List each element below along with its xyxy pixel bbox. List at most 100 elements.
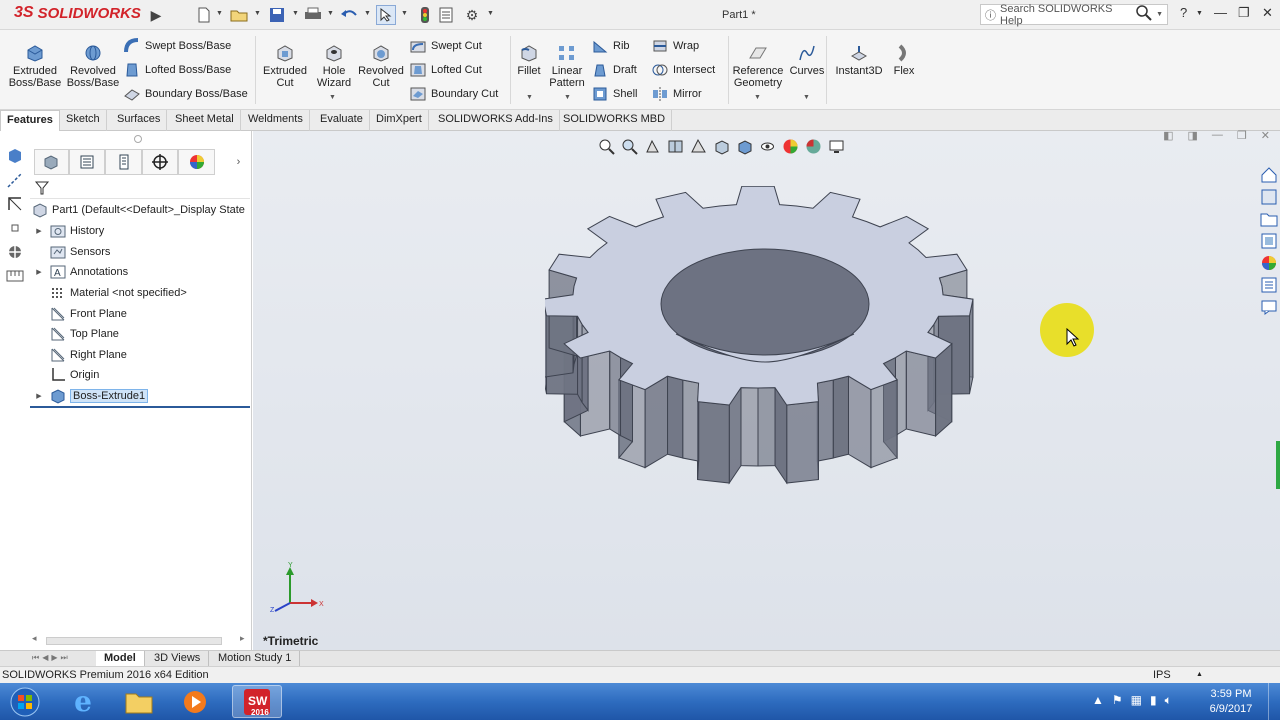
scroll-left-icon[interactable]: ◂	[32, 633, 37, 644]
search-help-field[interactable]: ⓘ Search SOLIDWORKS Help ▼	[980, 3, 1168, 27]
minimize-button[interactable]: —	[1214, 5, 1227, 20]
extruded-boss-button[interactable]: Extruded Boss/Base	[8, 44, 62, 89]
network-icon[interactable]: ▦	[1131, 693, 1142, 708]
tab-propertymanager[interactable]	[68, 149, 106, 175]
tree-item-boss-extrude1[interactable]: ▶ Boss-Extrude1	[34, 387, 149, 405]
units-selector[interactable]: IPS	[1153, 669, 1171, 681]
curves-button[interactable]: Curves	[788, 44, 826, 77]
draft-button[interactable]: Draft	[592, 61, 637, 79]
lofted-cut-button[interactable]: Lofted Cut	[410, 61, 482, 79]
expand-arrow-icon[interactable]: ▶	[34, 268, 44, 276]
panel-pin-icon[interactable]	[134, 135, 142, 143]
undo-icon[interactable]	[339, 5, 359, 25]
shell-button[interactable]: Shell	[592, 85, 637, 103]
rollback-bar[interactable]	[30, 406, 250, 408]
search-icon[interactable]	[1136, 5, 1152, 24]
edit-appearance-icon[interactable]	[782, 138, 799, 155]
tab-sheet-metal[interactable]: Sheet Metal	[169, 110, 241, 131]
new-document-icon[interactable]	[194, 5, 214, 25]
tree-root-part[interactable]: Part1 (Default<<Default>_Display State	[32, 201, 245, 219]
save-dropdown-icon[interactable]: ▼	[292, 10, 299, 17]
zoom-to-area-icon[interactable]	[621, 138, 638, 155]
zoom-to-fit-icon[interactable]	[598, 138, 615, 155]
measure-icon[interactable]	[6, 267, 24, 285]
tab-solidworks-addins[interactable]: SOLIDWORKS Add-Ins	[432, 110, 560, 131]
display-style-icon[interactable]	[736, 138, 753, 155]
custom-properties-icon[interactable]	[1260, 276, 1278, 294]
solidworks-taskbar-button[interactable]: SW 2016	[232, 685, 282, 718]
expand-arrow-icon[interactable]: ▶	[34, 227, 44, 235]
small-dot-icon[interactable]	[6, 219, 24, 237]
flex-button[interactable]: Flex	[890, 44, 918, 77]
section-view-icon[interactable]	[667, 138, 684, 155]
part-view-icon[interactable]	[6, 147, 24, 165]
volume-icon[interactable]: 🔈︎	[1165, 693, 1172, 708]
move-rotate-icon[interactable]	[6, 243, 24, 261]
extruded-cut-button[interactable]: Extruded Cut	[260, 44, 310, 89]
search-dropdown-icon[interactable]: ▼	[1156, 11, 1163, 18]
internet-explorer-taskbar-button[interactable]: e	[58, 685, 108, 718]
viewport-tile-right-icon[interactable]: ◨	[1188, 129, 1198, 142]
tab-weldments[interactable]: Weldments	[242, 110, 310, 131]
reference-geometry-button[interactable]: Reference Geometry	[731, 44, 785, 89]
rebuild-traffic-light-icon[interactable]	[415, 5, 435, 25]
swept-boss-button[interactable]: Swept Boss/Base	[124, 37, 231, 55]
rib-button[interactable]: Rib	[592, 37, 630, 55]
wrap-button[interactable]: Wrap	[652, 37, 699, 55]
select-dropdown-icon[interactable]: ▼	[401, 10, 408, 17]
file-explorer-icon[interactable]	[1260, 210, 1278, 228]
fillet-button[interactable]: Fillet	[513, 44, 545, 77]
units-dropdown-icon[interactable]: ▲	[1196, 671, 1203, 678]
hole-wizard-dropdown-icon[interactable]: ▼	[329, 94, 336, 101]
reference-dropdown-icon[interactable]: ▼	[754, 94, 761, 101]
show-desktop-button[interactable]	[1268, 683, 1280, 720]
tab-dimxpertmanager[interactable]	[141, 149, 179, 175]
tab-surfaces[interactable]: Surfaces	[111, 110, 168, 131]
close-button[interactable]: ✕	[1262, 5, 1273, 21]
graphics-area[interactable]: ◧ ◨ — ❐ ✕ Y X Z *Trimetric	[253, 129, 1280, 650]
expand-arrow-icon[interactable]: ▶	[34, 392, 44, 400]
tab-evaluate[interactable]: Evaluate	[314, 110, 370, 131]
open-dropdown-icon[interactable]: ▼	[254, 10, 261, 17]
open-folder-icon[interactable]	[229, 5, 249, 25]
menu-expand-icon[interactable]: ▶	[146, 5, 166, 25]
tree-item-right-plane[interactable]: Right Plane	[34, 346, 127, 364]
windows-start-button[interactable]	[0, 685, 50, 718]
new-dropdown-icon[interactable]: ▼	[216, 10, 223, 17]
tab-solidworks-mbd[interactable]: SOLIDWORKS MBD	[557, 110, 673, 131]
viewport-restore-icon[interactable]: ❐	[1237, 129, 1247, 142]
prev-tab-icon[interactable]: ◀	[42, 653, 48, 663]
tab-dimxpert[interactable]: DimXpert	[370, 110, 429, 131]
smart-dimension-icon[interactable]	[6, 195, 24, 213]
view-palette-icon[interactable]	[1260, 232, 1278, 250]
lofted-boss-button[interactable]: Lofted Boss/Base	[124, 61, 231, 79]
hole-wizard-button[interactable]: Hole Wizard	[312, 44, 356, 89]
undo-dropdown-icon[interactable]: ▼	[364, 10, 371, 17]
taskbar-clock[interactable]: 3:59 PM 6/9/2017	[1206, 687, 1256, 717]
boundary-boss-button[interactable]: Boundary Boss/Base	[124, 85, 248, 103]
last-tab-icon[interactable]: ⏭	[61, 653, 68, 663]
design-library-icon[interactable]	[1260, 188, 1278, 206]
swept-cut-button[interactable]: Swept Cut	[410, 37, 482, 55]
viewport-minimize-icon[interactable]: —	[1212, 129, 1223, 142]
instant3d-button[interactable]: Instant3D	[832, 44, 886, 77]
tree-item-history[interactable]: ▶ History	[34, 222, 104, 240]
file-properties-icon[interactable]	[436, 5, 456, 25]
tree-item-front-plane[interactable]: Front Plane	[34, 305, 127, 323]
help-dropdown-icon[interactable]: ▼	[1196, 10, 1203, 17]
apply-scene-icon[interactable]	[805, 138, 822, 155]
options-gear-icon[interactable]: ⚙	[462, 5, 482, 25]
curves-dropdown-icon[interactable]: ▼	[803, 94, 810, 101]
horizontal-scrollbar[interactable]: ◂ ▸	[30, 633, 250, 647]
tree-item-material[interactable]: Material <not specified>	[34, 284, 187, 302]
appearances-icon[interactable]	[1260, 254, 1278, 272]
filter-funnel-icon[interactable]	[34, 180, 50, 196]
options-dropdown-icon[interactable]: ▼	[487, 10, 494, 17]
save-icon[interactable]	[267, 5, 287, 25]
revolved-boss-button[interactable]: Revolved Boss/Base	[66, 44, 120, 89]
solidworks-logo[interactable]: 3S SOLIDWORKS	[14, 4, 141, 22]
help-question-icon[interactable]: ?	[1180, 5, 1187, 20]
boundary-cut-button[interactable]: Boundary Cut	[410, 85, 498, 103]
tab-features[interactable]: Features	[0, 110, 60, 131]
tab-featuremanager[interactable]	[34, 149, 69, 175]
